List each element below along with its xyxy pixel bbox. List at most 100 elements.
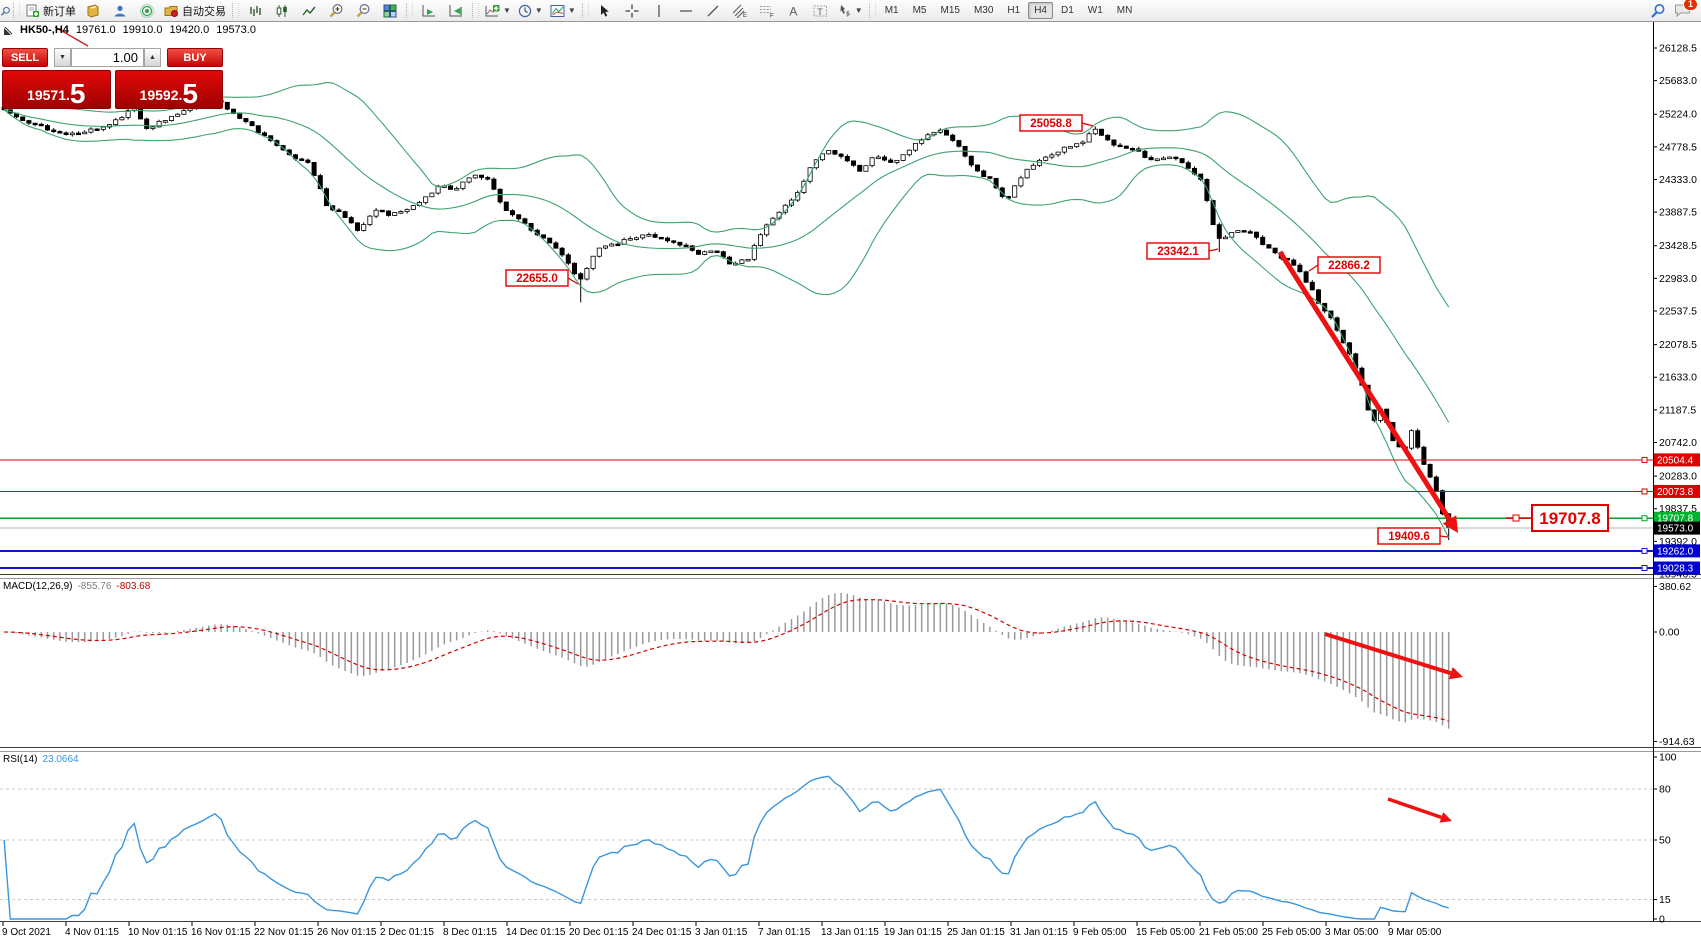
- timeframe-m30[interactable]: M30: [968, 2, 999, 19]
- equidistant-channel-button[interactable]: E: [727, 2, 753, 20]
- history-book-icon: [86, 4, 100, 18]
- volume-decrease-button[interactable]: ▼: [54, 48, 71, 67]
- chart-shift-icon: [449, 4, 464, 18]
- hline-handle[interactable]: [1642, 489, 1647, 494]
- line-chart-icon: [302, 4, 316, 18]
- timeframe-h1[interactable]: H1: [1001, 2, 1026, 19]
- text-label-icon: T: [813, 4, 828, 18]
- crosshair-icon: [625, 4, 639, 18]
- cursor-button[interactable]: [592, 2, 618, 20]
- price-badge-label: 19262.0: [1657, 546, 1694, 557]
- timeframe-m15[interactable]: M15: [935, 2, 966, 19]
- chevron-down-icon: ▼: [503, 7, 511, 15]
- price-tick-label: 20283.0: [1659, 471, 1697, 483]
- timeframe-d1[interactable]: D1: [1055, 2, 1080, 19]
- buy-price: 19592.: [140, 88, 183, 102]
- text-label-button[interactable]: T: [808, 2, 834, 20]
- chevron-down-icon: ▼: [855, 7, 863, 15]
- search-button[interactable]: [1650, 3, 1666, 19]
- buy-button[interactable]: BUY: [167, 48, 223, 67]
- periods-button[interactable]: ▼: [515, 2, 546, 20]
- price-tick-label: 25224.0: [1659, 109, 1697, 121]
- zoom-in-icon: [329, 3, 344, 18]
- price-tick-label: 21187.5: [1659, 404, 1696, 416]
- rsi-axis-label: 50: [1659, 835, 1671, 847]
- hline-handle[interactable]: [1642, 457, 1647, 462]
- arrows-icon: [838, 4, 852, 18]
- text-button[interactable]: A: [781, 2, 807, 20]
- price-badge-label: 20504.4: [1657, 455, 1694, 466]
- timeframe-h4[interactable]: H4: [1028, 2, 1053, 19]
- chart-window-icon: [4, 26, 13, 35]
- hline-handle[interactable]: [1642, 566, 1647, 571]
- time-tick-label: 9 Feb 05:00: [1073, 927, 1127, 938]
- clipped-magnifier-icon[interactable]: [0, 2, 10, 20]
- time-tick-label: 9 Mar 05:00: [1388, 927, 1442, 938]
- text-icon: A: [787, 4, 800, 18]
- clock-icon: [518, 4, 532, 18]
- sell-price-pip: 5: [70, 83, 86, 105]
- rsi-label-row: RSI(14) 23.0664: [3, 754, 79, 765]
- rsi-label: RSI(14): [3, 754, 37, 765]
- autotrade-button[interactable]: 自动交易: [161, 2, 229, 20]
- horizontal-line-icon: [679, 4, 693, 18]
- chart-canvas[interactable]: 26128.525683.025224.024778.524333.023887…: [0, 0, 1701, 944]
- history-center-button[interactable]: [80, 2, 106, 20]
- price-badge-label: 19573.0: [1657, 524, 1694, 535]
- chart-shift-button[interactable]: [443, 2, 469, 20]
- toolbar-grip: [13, 3, 20, 18]
- rsi-axis-label: 80: [1659, 784, 1671, 796]
- rsi-axis-label: 100: [1659, 752, 1677, 764]
- new-order-button[interactable]: 新订单: [23, 2, 79, 20]
- crosshair-button[interactable]: [619, 2, 645, 20]
- bar-chart-button[interactable]: [242, 2, 268, 20]
- ohlc-high: 19910.0: [123, 24, 163, 36]
- auto-scroll-button[interactable]: [416, 2, 442, 20]
- fibonacci-button[interactable]: F: [754, 2, 780, 20]
- price-tick-label: 24333.0: [1659, 174, 1697, 186]
- volume-increase-button[interactable]: ▲: [144, 48, 161, 67]
- horizontal-line-button[interactable]: [673, 2, 699, 20]
- signals-button[interactable]: [134, 2, 160, 20]
- timeframe-m1[interactable]: M1: [879, 2, 905, 19]
- price-badge-label: 20073.8: [1657, 487, 1694, 498]
- signals-icon: [140, 4, 154, 18]
- tile-windows-button[interactable]: [377, 2, 403, 20]
- indicators-button[interactable]: ▼: [482, 2, 514, 20]
- sell-price-panel[interactable]: 19571. 5: [2, 70, 111, 109]
- zoom-out-icon: [356, 3, 371, 18]
- big-annotation-handle[interactable]: [1513, 515, 1519, 521]
- zoom-out-button[interactable]: [350, 2, 376, 20]
- community-button[interactable]: [107, 2, 133, 20]
- timeframe-w1[interactable]: W1: [1082, 2, 1109, 19]
- notifications-button[interactable]: 1: [1674, 3, 1691, 18]
- main-toolbar: 新订单 自动交易 ▼ ▼: [0, 0, 1701, 22]
- price-tick-label: 23428.5: [1659, 240, 1697, 252]
- hline-handle[interactable]: [1642, 516, 1647, 521]
- trendline-button[interactable]: [700, 2, 726, 20]
- volume-input[interactable]: 1.00: [71, 48, 144, 67]
- bar-chart-icon: [248, 4, 262, 18]
- timeframe-mn[interactable]: MN: [1111, 2, 1139, 19]
- time-tick-label: 10 Nov 01:15: [128, 927, 188, 938]
- line-chart-button[interactable]: [296, 2, 322, 20]
- toolbar-grip: [232, 3, 239, 18]
- time-tick-label: 25 Jan 01:15: [947, 927, 1005, 938]
- timeframe-m5[interactable]: M5: [907, 2, 933, 19]
- sell-price: 19571.: [27, 88, 70, 102]
- templates-button[interactable]: ▼: [547, 2, 579, 20]
- buy-price-panel[interactable]: 19592. 5: [115, 70, 224, 109]
- vertical-line-button[interactable]: [646, 2, 672, 20]
- spin-down-icon: ▼: [59, 54, 66, 61]
- template-icon: [550, 4, 565, 18]
- zoom-in-button[interactable]: [323, 2, 349, 20]
- rsi-value: 23.0664: [42, 754, 78, 765]
- macd-label: MACD(12,26,9): [3, 581, 72, 592]
- sell-button[interactable]: SELL: [2, 48, 48, 67]
- hline-handle[interactable]: [1642, 548, 1647, 553]
- price-tick-label: 23887.5: [1659, 207, 1697, 219]
- buy-price-pip: 5: [182, 83, 198, 105]
- arrows-button[interactable]: ▼: [835, 2, 866, 20]
- time-tick-label: 16 Nov 01:15: [191, 927, 251, 938]
- candlestick-chart-button[interactable]: [269, 2, 295, 20]
